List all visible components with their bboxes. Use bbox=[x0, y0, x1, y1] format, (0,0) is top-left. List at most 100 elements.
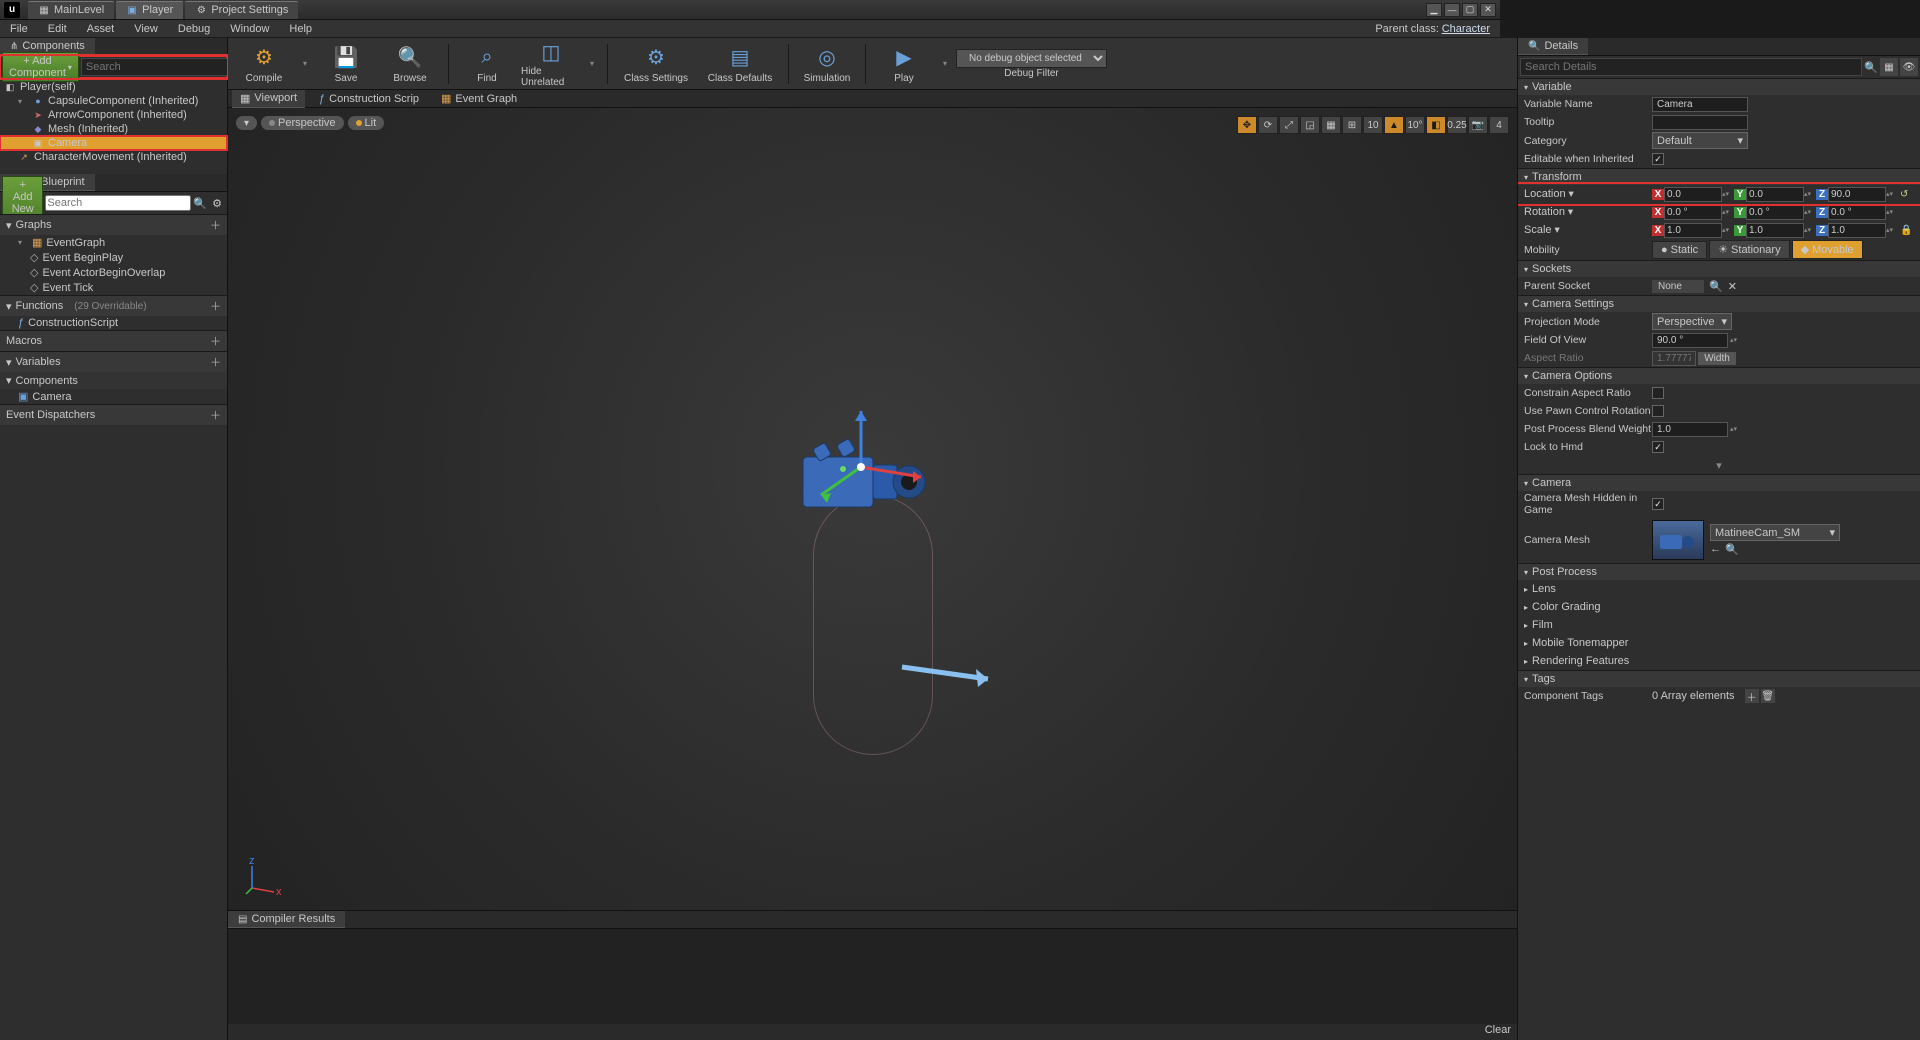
category-sockets[interactable]: ▾Sockets bbox=[1518, 260, 1920, 277]
tab-mainlevel[interactable]: ▦MainLevel bbox=[28, 1, 114, 19]
array-clear-icon[interactable]: 🗑 bbox=[1761, 689, 1775, 703]
hidden-in-game-checkbox[interactable] bbox=[1652, 498, 1664, 510]
rotation-x-input[interactable] bbox=[1664, 205, 1722, 220]
tree-node-mesh[interactable]: ◆Mesh (Inherited) bbox=[0, 122, 227, 136]
menu-debug[interactable]: Debug bbox=[168, 20, 220, 38]
tree-node-arrow[interactable]: ➤ArrowComponent (Inherited) bbox=[0, 108, 227, 122]
location-x-input[interactable] bbox=[1664, 187, 1722, 202]
tree-node-capsule[interactable]: ▾●CapsuleComponent (Inherited) bbox=[0, 94, 227, 108]
snap-rot-value[interactable]: 10° bbox=[1405, 116, 1425, 134]
parent-socket-input[interactable]: None bbox=[1652, 280, 1704, 293]
tab-viewport[interactable]: ▦Viewport bbox=[232, 90, 305, 108]
editable-checkbox[interactable] bbox=[1652, 153, 1664, 165]
coord-space-icon[interactable]: ◲ bbox=[1300, 116, 1320, 134]
category-select[interactable]: Default▾ bbox=[1652, 132, 1748, 149]
section-components-vars[interactable]: ▾Components bbox=[0, 372, 227, 389]
parent-class-link[interactable]: Character bbox=[1442, 23, 1490, 35]
window-maximize-button[interactable]: ▢ bbox=[1462, 3, 1478, 17]
tree-node-camera[interactable]: ▣Camera bbox=[0, 136, 227, 150]
class-settings-button[interactable]: ⚙Class Settings bbox=[616, 40, 696, 88]
fov-input[interactable] bbox=[1652, 333, 1728, 348]
menu-window[interactable]: Window bbox=[220, 20, 279, 38]
location-z-input[interactable] bbox=[1828, 187, 1886, 202]
snap-pos-value[interactable]: 10 bbox=[1363, 116, 1383, 134]
details-search-input[interactable] bbox=[1520, 58, 1862, 76]
hide-dropdown[interactable]: ▾ bbox=[585, 40, 599, 88]
post-rendering-features[interactable]: ▸Rendering Features bbox=[1518, 652, 1920, 670]
camera-mesh-thumb[interactable] bbox=[1652, 520, 1704, 560]
menu-help[interactable]: Help bbox=[279, 20, 322, 38]
gizmo-move-icon[interactable]: ✥ bbox=[1237, 116, 1257, 134]
browse-button[interactable]: 🔍Browse bbox=[380, 40, 440, 88]
field-label[interactable]: Rotation ▾ bbox=[1524, 206, 1652, 218]
category-camera-options[interactable]: ▾Camera Options bbox=[1518, 367, 1920, 384]
projection-mode-select[interactable]: Perspective▾ bbox=[1652, 313, 1732, 330]
graph-eventgraph[interactable]: ▾▦EventGraph bbox=[0, 235, 227, 250]
play-dropdown[interactable]: ▾ bbox=[938, 40, 952, 88]
category-camera-settings[interactable]: ▾Camera Settings bbox=[1518, 295, 1920, 312]
section-functions[interactable]: ▾Functions (29 Overridable)＋ bbox=[0, 296, 227, 316]
section-graphs[interactable]: ▾Graphs＋ bbox=[0, 215, 227, 235]
viewport-options-button[interactable]: ▾ bbox=[236, 116, 257, 130]
menu-asset[interactable]: Asset bbox=[77, 20, 125, 38]
class-defaults-button[interactable]: ▤Class Defaults bbox=[700, 40, 780, 88]
rotation-z-input[interactable] bbox=[1828, 205, 1886, 220]
lock-scale-icon[interactable]: 🔒 bbox=[1900, 225, 1912, 236]
play-button[interactable]: ▶Play bbox=[874, 40, 934, 88]
mobility-static-button[interactable]: ●Static bbox=[1652, 241, 1707, 259]
blend-weight-input[interactable] bbox=[1652, 422, 1728, 437]
window-close-button[interactable]: ✕ bbox=[1480, 3, 1496, 17]
scale-y-input[interactable] bbox=[1746, 223, 1804, 238]
category-tags[interactable]: ▾Tags bbox=[1518, 670, 1920, 687]
scale-z-input[interactable] bbox=[1828, 223, 1886, 238]
browse-asset-icon[interactable]: 🔍 bbox=[1725, 543, 1739, 556]
camera-speed-value[interactable]: 4 bbox=[1489, 116, 1509, 134]
expand-arrow-icon[interactable]: ▾ bbox=[18, 238, 28, 247]
category-post-process[interactable]: ▾Post Process bbox=[1518, 563, 1920, 580]
reset-to-default-icon[interactable]: ↺ bbox=[1900, 189, 1908, 200]
use-selected-icon[interactable]: ← bbox=[1710, 543, 1721, 556]
post-lens[interactable]: ▸Lens bbox=[1518, 580, 1920, 598]
category-variable[interactable]: ▾Variable bbox=[1518, 78, 1920, 95]
gear-icon[interactable]: ⚙ bbox=[209, 197, 225, 210]
event-tick[interactable]: ◇Event Tick bbox=[0, 280, 227, 295]
spinner-icon[interactable]: ▴▾ bbox=[1730, 427, 1740, 432]
add-icon[interactable]: ＋ bbox=[210, 407, 221, 423]
category-camera[interactable]: ▾Camera bbox=[1518, 474, 1920, 491]
pawn-rotation-checkbox[interactable] bbox=[1652, 405, 1664, 417]
event-beginoverlap[interactable]: ◇Event ActorBeginOverlap bbox=[0, 265, 227, 280]
myblueprint-search-input[interactable] bbox=[45, 195, 191, 211]
spinner-icon[interactable]: ▴▾ bbox=[1722, 192, 1732, 197]
add-icon[interactable]: ＋ bbox=[210, 298, 221, 314]
aspect-lock-button[interactable]: Width bbox=[1698, 352, 1736, 365]
lock-hmd-checkbox[interactable] bbox=[1652, 441, 1664, 453]
menu-file[interactable]: File bbox=[0, 20, 38, 38]
visibility-filter-icon[interactable]: 👁 bbox=[1900, 58, 1918, 76]
rotation-y-input[interactable] bbox=[1746, 205, 1804, 220]
tab-construction-script[interactable]: ƒConstruction Scrip bbox=[311, 91, 427, 107]
tab-player[interactable]: ▣Player bbox=[116, 1, 183, 19]
view-perspective-button[interactable]: Perspective bbox=[261, 116, 343, 130]
tab-event-graph[interactable]: ▦Event Graph bbox=[433, 90, 525, 107]
components-search-input[interactable] bbox=[81, 58, 233, 76]
field-label[interactable]: Scale ▾ bbox=[1524, 224, 1652, 236]
section-macros[interactable]: Macros＋ bbox=[0, 331, 227, 351]
spinner-icon[interactable]: ▴▾ bbox=[1886, 192, 1896, 197]
mobility-movable-button[interactable]: ◆Movable bbox=[1792, 240, 1863, 259]
menu-edit[interactable]: Edit bbox=[38, 20, 77, 38]
camera-speed-icon[interactable]: 📷 bbox=[1468, 116, 1488, 134]
compile-dropdown[interactable]: ▾ bbox=[298, 40, 312, 88]
expand-arrow-icon[interactable]: ▾ bbox=[18, 97, 28, 106]
search-icon[interactable]: 🔍 bbox=[1706, 280, 1726, 293]
property-matrix-icon[interactable]: ▦ bbox=[1880, 58, 1898, 76]
post-film[interactable]: ▸Film bbox=[1518, 616, 1920, 634]
window-minimize-button[interactable]: — bbox=[1444, 3, 1460, 17]
transform-gizmo[interactable] bbox=[793, 407, 953, 547]
spinner-icon[interactable]: ▴▾ bbox=[1804, 192, 1814, 197]
tree-node-charmove[interactable]: ↗CharacterMovement (Inherited) bbox=[0, 150, 227, 164]
constrain-aspect-checkbox[interactable] bbox=[1652, 387, 1664, 399]
tree-node-player[interactable]: ◧Player(self) bbox=[0, 80, 227, 94]
clear-icon[interactable]: ✕ bbox=[1728, 280, 1737, 293]
field-label[interactable]: Location ▾ bbox=[1524, 188, 1652, 200]
compile-button[interactable]: ⚙Compile bbox=[234, 40, 294, 88]
